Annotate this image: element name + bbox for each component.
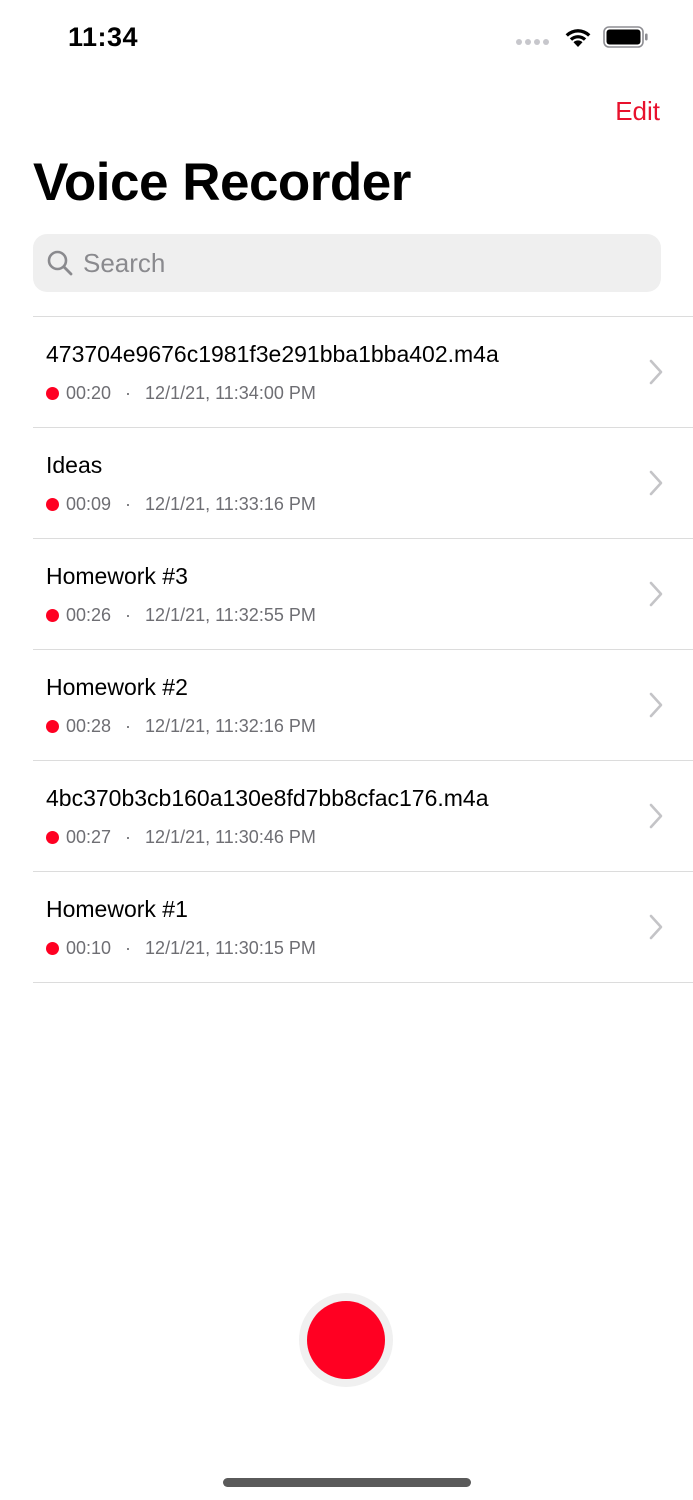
recording-timestamp: 12/1/21, 11:32:16 PM xyxy=(145,716,316,736)
recording-duration: 00:09 xyxy=(66,494,112,514)
recording-title: Ideas xyxy=(46,452,103,478)
recording-meta: 00:27 · 12/1/21, 11:30:46 PM xyxy=(46,827,316,848)
record-dot-icon xyxy=(46,720,59,733)
record-dot-icon xyxy=(46,498,59,511)
recording-duration: 00:26 xyxy=(66,605,112,625)
chevron-right-icon xyxy=(649,470,663,496)
record-dot-icon xyxy=(46,387,59,400)
list-item[interactable]: 473704e9676c1981f3e291bba1bba402.m4a 00:… xyxy=(33,317,693,428)
meta-separator: · xyxy=(125,605,132,625)
recording-title: 4bc370b3cb160a130e8fd7bb8cfac176.m4a xyxy=(46,785,489,811)
recording-meta: 00:09 · 12/1/21, 11:33:16 PM xyxy=(46,494,316,515)
recording-duration: 00:20 xyxy=(66,383,112,403)
search-icon xyxy=(45,248,75,278)
chevron-right-icon xyxy=(649,914,663,940)
list-item[interactable]: Homework #2 00:28 · 12/1/21, 11:32:16 PM xyxy=(33,650,693,761)
recording-duration: 00:27 xyxy=(66,827,112,847)
edit-button[interactable]: Edit xyxy=(615,96,660,127)
wifi-icon xyxy=(565,29,591,47)
recording-timestamp: 12/1/21, 11:30:15 PM xyxy=(145,938,316,958)
recording-meta: 00:20 · 12/1/21, 11:34:00 PM xyxy=(46,383,316,404)
chevron-right-icon xyxy=(649,581,663,607)
recording-meta: 00:10 · 12/1/21, 11:30:15 PM xyxy=(46,938,316,959)
record-button[interactable] xyxy=(299,1293,393,1387)
record-dot-icon xyxy=(46,609,59,622)
recording-title: Homework #3 xyxy=(46,563,188,589)
list-item[interactable]: Ideas 00:09 · 12/1/21, 11:33:16 PM xyxy=(33,428,693,539)
chevron-right-icon xyxy=(649,803,663,829)
recording-timestamp: 12/1/21, 11:34:00 PM xyxy=(145,383,316,403)
status-bar: 11:34 xyxy=(0,0,693,80)
meta-separator: · xyxy=(125,383,132,403)
recording-timestamp: 12/1/21, 11:30:46 PM xyxy=(145,827,316,847)
recording-title: Homework #1 xyxy=(46,896,188,922)
page-title: Voice Recorder xyxy=(33,153,411,212)
record-dot-icon xyxy=(46,942,59,955)
record-dot-icon xyxy=(46,831,59,844)
record-button-inner xyxy=(307,1301,385,1379)
status-icons xyxy=(516,26,649,48)
recording-timestamp: 12/1/21, 11:33:16 PM xyxy=(145,494,316,514)
recording-timestamp: 12/1/21, 11:32:55 PM xyxy=(145,605,316,625)
search-bar[interactable] xyxy=(33,234,661,292)
recording-meta: 00:26 · 12/1/21, 11:32:55 PM xyxy=(46,605,316,626)
battery-icon xyxy=(603,26,648,48)
cellular-signal-icon xyxy=(516,39,549,45)
list-item[interactable]: 4bc370b3cb160a130e8fd7bb8cfac176.m4a 00:… xyxy=(33,761,693,872)
status-time: 11:34 xyxy=(68,22,139,52)
list-item[interactable]: Homework #3 00:26 · 12/1/21, 11:32:55 PM xyxy=(33,539,693,650)
meta-separator: · xyxy=(125,716,132,736)
recording-meta: 00:28 · 12/1/21, 11:32:16 PM xyxy=(46,716,316,737)
chevron-right-icon xyxy=(649,692,663,718)
recording-title: Homework #2 xyxy=(46,674,188,700)
home-indicator[interactable] xyxy=(223,1478,471,1487)
list-item[interactable]: Homework #1 00:10 · 12/1/21, 11:30:15 PM xyxy=(33,872,693,983)
meta-separator: · xyxy=(125,938,132,958)
recording-title: 473704e9676c1981f3e291bba1bba402.m4a xyxy=(46,341,499,367)
recording-duration: 00:28 xyxy=(66,716,112,736)
meta-separator: · xyxy=(125,827,132,847)
search-input[interactable] xyxy=(83,247,643,279)
chevron-right-icon xyxy=(649,359,663,385)
meta-separator: · xyxy=(125,494,132,514)
recording-duration: 00:10 xyxy=(66,938,112,958)
recording-list: 473704e9676c1981f3e291bba1bba402.m4a 00:… xyxy=(33,316,693,983)
